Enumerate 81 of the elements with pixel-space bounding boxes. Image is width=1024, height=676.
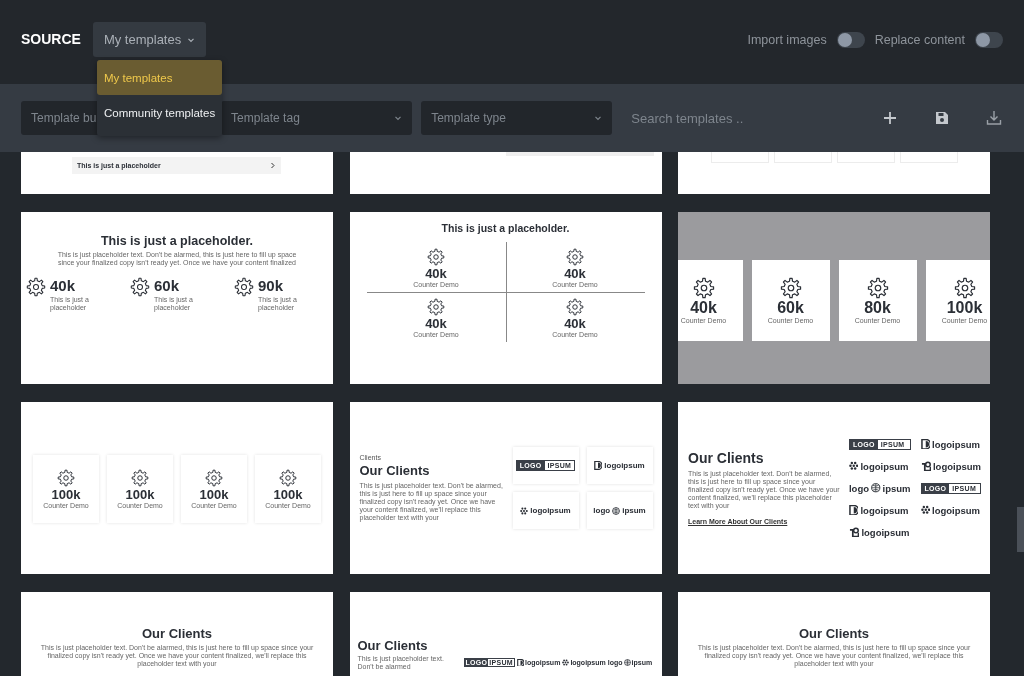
stat-card — [899, 152, 958, 163]
template-heading: Our Clients — [141, 626, 213, 641]
dots-icon — [920, 505, 931, 515]
toggle-label: Replace content — [874, 32, 965, 47]
stat-card — [836, 152, 895, 163]
gear-icon — [427, 248, 445, 266]
square-icon — [849, 526, 860, 538]
square-icon — [920, 460, 931, 472]
gear-icon — [866, 277, 889, 299]
gear-icon — [279, 469, 297, 487]
gear-icon — [779, 277, 802, 299]
gear-icon — [566, 248, 584, 266]
logo-text: logoipsum — [860, 504, 909, 516]
logo-text: logoipsum — [932, 438, 981, 450]
toggle-label: Import images — [747, 32, 827, 47]
stat-card — [773, 152, 832, 163]
globe-icon — [623, 659, 631, 666]
chevron-down-icon — [394, 114, 403, 122]
save-icon[interactable] — [933, 109, 951, 127]
gear-icon — [57, 469, 75, 487]
gear-icon — [566, 298, 584, 316]
search-field[interactable]: Search templates .. — [621, 101, 847, 135]
gear-icon — [205, 469, 223, 487]
stat-value: 100k — [199, 487, 229, 502]
gear-icon — [953, 277, 976, 299]
gear-icon — [427, 298, 445, 316]
stat-value: 100k — [125, 487, 155, 502]
stat-value: 40k — [425, 266, 447, 281]
template-heading: This is just a placeholder. — [440, 222, 571, 234]
logo-text: logo — [849, 482, 870, 494]
gear-icon — [130, 277, 150, 297]
source-select[interactable]: My templates — [92, 22, 207, 57]
gear-icon — [26, 277, 46, 297]
stat-value: 60k — [777, 299, 804, 317]
stat-value: 100k — [51, 487, 81, 502]
dots-icon — [520, 506, 529, 515]
stat-value: 60k — [154, 277, 181, 294]
toggle-switch[interactable] — [836, 31, 865, 48]
stat-value: 40k — [690, 299, 717, 317]
globe-icon — [612, 506, 621, 515]
toggle-switch[interactable] — [975, 31, 1003, 48]
filter-select[interactable]: Template type — [421, 101, 613, 135]
gear-icon — [131, 469, 149, 487]
logo-text: logoipsum — [530, 506, 571, 515]
stat-value: 40k — [564, 316, 586, 331]
half-circle-icon — [517, 658, 524, 667]
logo-text: logoipsum — [604, 461, 645, 470]
logo-text: logoipsum — [861, 526, 910, 538]
logo-text: logoipsum — [860, 460, 909, 472]
stat-value: 80k — [864, 299, 891, 317]
stat-value: 40k — [50, 277, 77, 294]
filter-select[interactable]: Template tag — [221, 101, 413, 135]
stat-value: 100k — [273, 487, 303, 502]
template-card[interactable] — [678, 402, 990, 574]
dots-icon — [849, 461, 859, 471]
logo-text: ipsum — [622, 506, 646, 515]
template-heading: Our Clients — [359, 463, 431, 478]
logo-text: logoipsum — [932, 504, 981, 516]
plus-icon[interactable] — [881, 109, 899, 127]
stat-value: 40k — [564, 266, 586, 281]
template-heading: Our Clients — [688, 450, 765, 466]
source-title: SOURCE — [21, 30, 81, 49]
download-icon[interactable] — [985, 109, 1003, 127]
gear-icon — [692, 277, 715, 299]
menu-item[interactable]: Community templates — [97, 95, 223, 130]
dots-icon — [562, 659, 570, 666]
template-heading: Our Clients — [798, 626, 870, 641]
chevron-down-icon — [594, 114, 603, 122]
gear-icon — [234, 277, 254, 297]
stat-value: 90k — [258, 277, 285, 294]
stat-value: 100k — [946, 299, 983, 317]
menu-item[interactable]: My templates — [97, 60, 223, 95]
logo-text: logoipsum — [932, 460, 981, 472]
globe-icon — [871, 483, 881, 493]
logo-text: logo — [593, 506, 611, 515]
stat-card — [710, 152, 769, 163]
logo-text: ipsum — [882, 482, 911, 494]
chevron-right-icon — [270, 162, 276, 169]
template-heading: Our Clients — [357, 638, 429, 653]
template-heading: This is just a placeholder. — [100, 234, 254, 248]
stat-value: 40k — [425, 316, 447, 331]
